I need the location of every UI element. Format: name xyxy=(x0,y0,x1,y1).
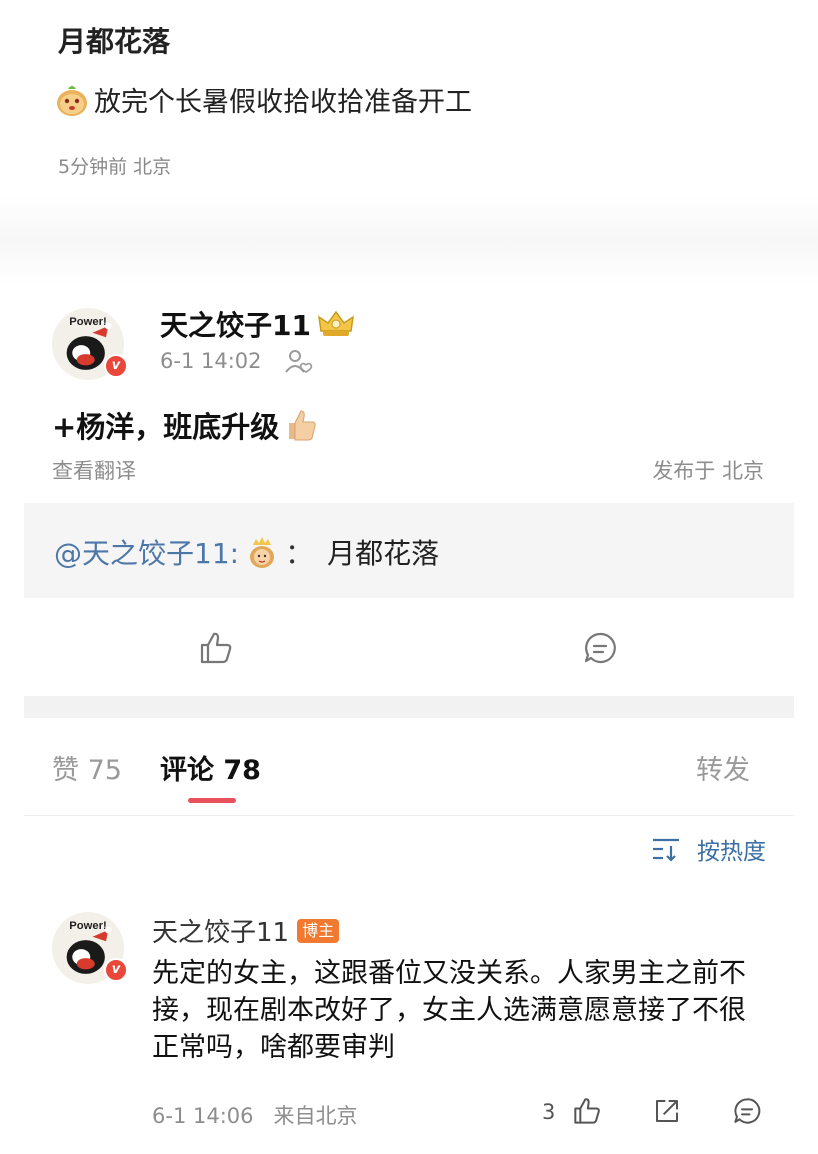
tab-likes[interactable]: 赞 75 xyxy=(52,748,122,787)
sort-icon xyxy=(653,838,679,862)
section-divider xyxy=(24,696,794,718)
repost-quote-row: @天之饺子11: ： 月都花落 xyxy=(54,532,439,572)
post-avatar[interactable]: Power! v xyxy=(52,308,128,384)
translate-link[interactable]: 查看翻译 xyxy=(52,455,136,485)
avatar-text: Power! xyxy=(69,316,107,328)
follow-user-icon[interactable] xyxy=(284,348,314,374)
author-badge: 博主 xyxy=(297,918,340,943)
crown-icon xyxy=(317,310,354,336)
post-body-text: +杨洋，班底升级 xyxy=(52,410,280,444)
comment-like-count: 3 xyxy=(542,1100,556,1124)
comment-username-row: 天之饺子11 博主 xyxy=(152,912,340,949)
top-post-content: 放完个长暑假收拾收拾准备开工 xyxy=(56,80,472,119)
post-location: 发布于 北京 xyxy=(652,459,764,483)
verified-badge-icon: v xyxy=(104,354,128,378)
repost-mention[interactable]: @天之饺子11: xyxy=(54,532,239,572)
like-icon[interactable] xyxy=(198,630,234,666)
comment-avatar[interactable]: Power! v xyxy=(52,912,128,988)
queen-emoji-icon xyxy=(250,537,275,568)
sort-toggle[interactable]: 按热度 xyxy=(651,832,766,866)
comment-reply-icon[interactable] xyxy=(732,1096,762,1126)
post-time: 6-1 14:02 xyxy=(160,349,262,373)
post-body: +杨洋，班底升级 xyxy=(52,404,319,446)
top-post-text: 放完个长暑假收拾收拾准备开工 xyxy=(94,87,472,118)
active-tab-indicator xyxy=(188,798,236,803)
thumbs-up-emoji-icon xyxy=(289,410,317,441)
repost-separator: ： xyxy=(285,537,314,570)
post-time-row: 6-1 14:02 xyxy=(160,348,314,374)
post-username-row: 天之饺子11 xyxy=(160,304,355,344)
top-post-username[interactable]: 月都花落 xyxy=(58,20,170,60)
comment-verified-badge-icon: v xyxy=(104,958,128,982)
top-post-meta: 5分钟前 北京 xyxy=(58,156,172,178)
comment-avatar-text: Power! xyxy=(69,920,107,932)
watermark-band xyxy=(0,195,818,285)
tab-reposts[interactable]: 转发 xyxy=(696,748,750,787)
tab-divider xyxy=(24,815,794,816)
repost-text: 月都花落 xyxy=(327,537,440,570)
dumpling-emoji-icon xyxy=(57,85,87,116)
comment-username[interactable]: 天之饺子11 xyxy=(152,912,289,949)
comment-text: 先定的女主，这跟番位又没关系。人家男主之前不接，现在剧本改好了，女主人选满意愿意… xyxy=(152,958,746,1063)
tab-comments[interactable]: 评论 78 xyxy=(160,748,261,787)
comment-like-icon[interactable] xyxy=(572,1096,602,1126)
share-icon[interactable] xyxy=(652,1096,682,1126)
post-username[interactable]: 天之饺子11 xyxy=(160,304,311,344)
comment-icon[interactable] xyxy=(582,630,618,666)
sort-label[interactable]: 按热度 xyxy=(697,832,766,866)
comment-meta: 6-1 14:06 来自北京 xyxy=(152,1104,358,1128)
